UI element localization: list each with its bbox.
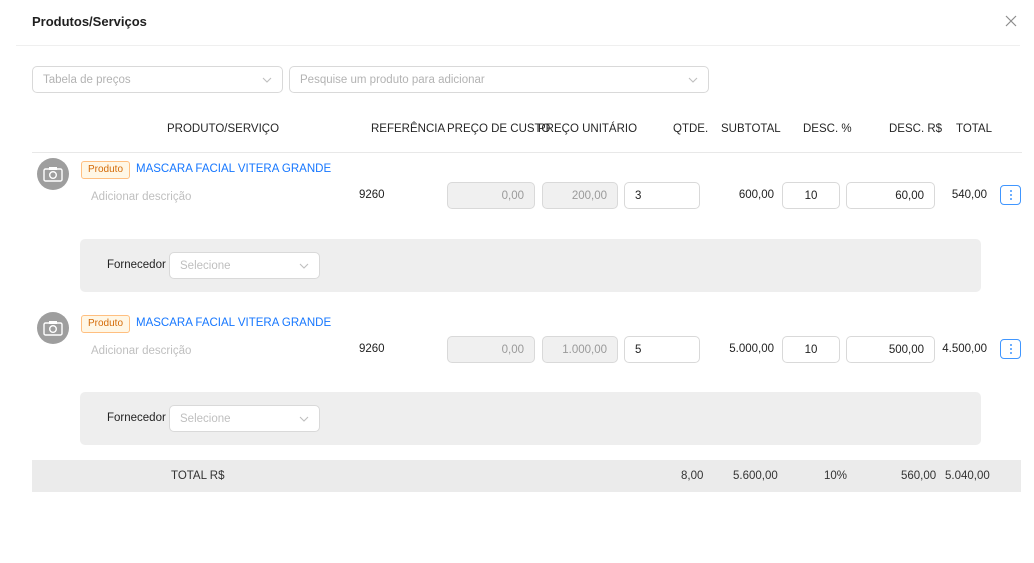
totals-qty: 8,00 bbox=[681, 470, 704, 482]
total-value: 540,00 bbox=[951, 189, 987, 201]
supplier-select[interactable]: Selecione bbox=[169, 405, 320, 432]
discount-pct-input[interactable]: 10 bbox=[782, 336, 840, 363]
cost-price-value: 0,00 bbox=[501, 343, 524, 356]
discount-pct-input[interactable]: 10 bbox=[782, 182, 840, 209]
totals-label: TOTAL R$ bbox=[171, 470, 225, 482]
totals-discount-value: 560,00 bbox=[901, 470, 937, 482]
header-divider bbox=[16, 45, 1020, 46]
discount-value-input[interactable]: 60,00 bbox=[846, 182, 935, 209]
camera-icon bbox=[43, 321, 63, 336]
totals-discount-pct: 10% bbox=[824, 470, 848, 482]
totals-total: 5.040,00 bbox=[945, 470, 990, 482]
add-description-field[interactable]: Adicionar descrição bbox=[91, 345, 191, 357]
supplier-panel: Fornecedor Selecione bbox=[80, 392, 981, 445]
product-image[interactable] bbox=[37, 158, 69, 190]
price-table-select[interactable]: Tabela de preços bbox=[32, 66, 283, 93]
add-description-field[interactable]: Adicionar descrição bbox=[91, 191, 191, 203]
chevron-down-icon bbox=[299, 416, 309, 422]
col-discount-pct: DESC. % bbox=[803, 123, 852, 135]
row-actions-button[interactable] bbox=[1000, 185, 1021, 205]
discount-pct-value: 10 bbox=[804, 189, 818, 202]
price-table-placeholder: Tabela de preços bbox=[43, 73, 131, 86]
total-value: 4.500,00 bbox=[942, 343, 987, 355]
cost-price-input: 0,00 bbox=[447, 336, 535, 363]
cost-price-value: 0,00 bbox=[501, 189, 524, 202]
product-search-placeholder: Pesquise um produto para adicionar bbox=[300, 73, 485, 86]
table-divider bbox=[32, 152, 1022, 153]
product-name-link[interactable]: MASCARA FACIAL VITERA GRANDE bbox=[136, 163, 331, 175]
discount-value-input[interactable]: 500,00 bbox=[846, 336, 935, 363]
product-search-select[interactable]: Pesquise um produto para adicionar bbox=[289, 66, 709, 93]
col-qty: QTDE. bbox=[673, 123, 709, 135]
supplier-placeholder: Selecione bbox=[180, 259, 231, 272]
discount-value-value: 60,00 bbox=[895, 189, 924, 202]
close-icon[interactable] bbox=[1003, 13, 1019, 29]
more-vertical-icon bbox=[1009, 190, 1012, 200]
col-reference: REFERÊNCIA bbox=[371, 123, 446, 135]
reference-value: 9260 bbox=[359, 189, 385, 201]
discount-pct-value: 10 bbox=[804, 343, 818, 356]
subtotal-value: 5.000,00 bbox=[729, 343, 774, 355]
chevron-down-icon bbox=[299, 263, 309, 269]
product-image[interactable] bbox=[37, 312, 69, 344]
supplier-label: Fornecedor bbox=[107, 412, 166, 424]
supplier-label: Fornecedor bbox=[107, 259, 166, 271]
product-type-badge: Produto bbox=[81, 315, 131, 333]
col-discount-value: DESC. R$ bbox=[889, 123, 943, 135]
col-subtotal: SUBTOTAL bbox=[721, 123, 781, 135]
unit-price-value: 1.000,00 bbox=[562, 343, 607, 356]
col-product: PRODUTO/SERVIÇO bbox=[167, 123, 280, 135]
unit-price-input: 200,00 bbox=[542, 182, 618, 209]
row-actions-button[interactable] bbox=[1000, 339, 1021, 359]
chevron-down-icon bbox=[688, 77, 698, 83]
subtotal-value: 600,00 bbox=[738, 189, 774, 201]
more-vertical-icon bbox=[1009, 344, 1012, 354]
quantity-value: 3 bbox=[635, 189, 642, 202]
camera-icon bbox=[43, 167, 63, 182]
page-title: Produtos/Serviços bbox=[32, 14, 147, 29]
unit-price-input: 1.000,00 bbox=[542, 336, 618, 363]
quantity-input[interactable]: 5 bbox=[624, 336, 700, 363]
supplier-placeholder: Selecione bbox=[180, 412, 231, 425]
col-cost-price: PREÇO DE CUSTO bbox=[447, 123, 551, 135]
cost-price-input: 0,00 bbox=[447, 182, 535, 209]
supplier-select[interactable]: Selecione bbox=[169, 252, 320, 279]
totals-subtotal: 5.600,00 bbox=[733, 470, 778, 482]
chevron-down-icon bbox=[262, 77, 272, 83]
quantity-value: 5 bbox=[635, 343, 642, 356]
reference-value: 9260 bbox=[359, 343, 385, 355]
product-name-link[interactable]: MASCARA FACIAL VITERA GRANDE bbox=[136, 317, 331, 329]
supplier-panel: Fornecedor Selecione bbox=[80, 239, 981, 292]
discount-value-value: 500,00 bbox=[888, 343, 924, 356]
col-total: TOTAL bbox=[956, 123, 992, 135]
totals-row: TOTAL R$ 8,00 5.600,00 10% 560,00 5.040,… bbox=[32, 460, 1021, 492]
col-unit-price: PREÇO UNITÁRIO bbox=[538, 123, 638, 135]
product-type-badge: Produto bbox=[81, 161, 131, 179]
unit-price-value: 200,00 bbox=[571, 189, 607, 202]
quantity-input[interactable]: 3 bbox=[624, 182, 700, 209]
